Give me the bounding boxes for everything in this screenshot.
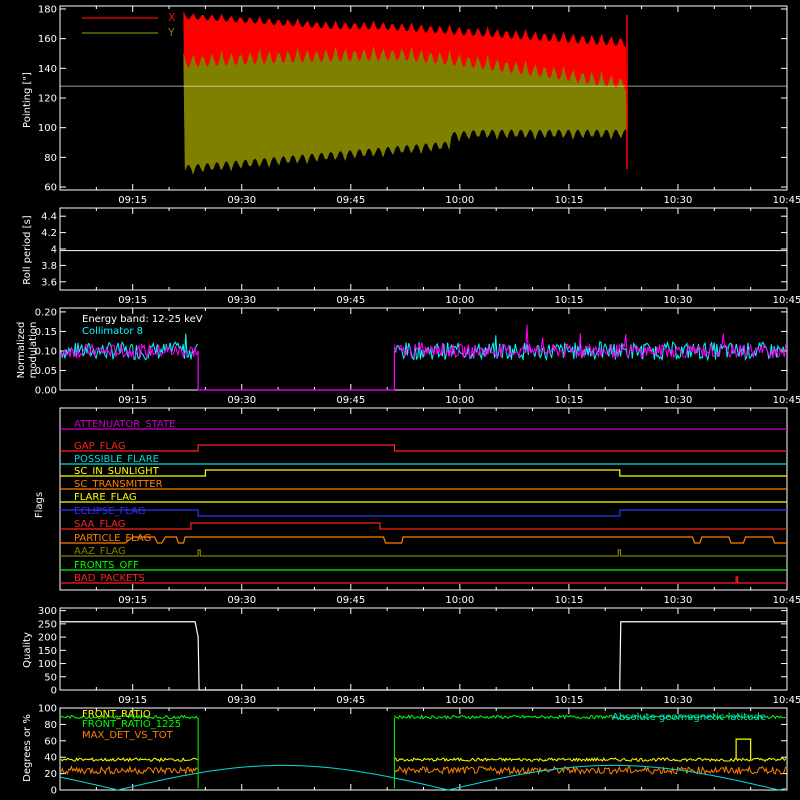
modulation-ylabel-line1: Normalized [16, 322, 27, 379]
xtick-label: 10:00 [445, 595, 474, 606]
quality-ylabel: Quality [22, 632, 33, 668]
flag-label: SAA_FLAG [74, 519, 125, 530]
legend-y-label: Y [167, 26, 175, 39]
xtick-label: 09:15 [118, 195, 147, 206]
flags-ylabel: Flags [34, 492, 45, 518]
ytick-label: 250 [38, 619, 57, 630]
xtick-label: 10:30 [664, 695, 693, 706]
xtick-label: 10:30 [664, 395, 693, 406]
ytick-label: 3.6 [41, 277, 57, 288]
flag-label: POSSIBLE_FLARE [74, 454, 159, 465]
xtick-label: 09:30 [227, 395, 256, 406]
degrees-ylabel: Degrees or % [22, 714, 33, 782]
xtick-label: 10:00 [445, 695, 474, 706]
xtick-label: 09:45 [336, 295, 365, 306]
ytick-label: 100 [38, 659, 57, 670]
flag-label: GAP_FLAG [74, 441, 126, 452]
ytick-label: 0 [51, 686, 57, 697]
xtick-label: 10:45 [773, 295, 800, 306]
ytick-label: 0.15 [35, 327, 57, 338]
ytick-label: 120 [38, 94, 57, 105]
ytick-label: 80 [44, 153, 57, 164]
flag-label: FRONTS_OFF [74, 560, 139, 571]
flag-label: ECLIPSE_FLAG [74, 506, 145, 517]
ytick-label: 200 [38, 633, 57, 644]
xtick-label: 09:30 [227, 195, 256, 206]
xtick-label: 10:15 [554, 295, 583, 306]
xtick-label: 10:15 [554, 195, 583, 206]
flag-label: BAD_PACKETS [74, 573, 145, 584]
ytick-label: 60 [44, 736, 57, 747]
ytick-label: 4 [51, 245, 57, 256]
xtick-label: 10:15 [554, 595, 583, 606]
xtick-label: 10:45 [773, 195, 800, 206]
flag-label: FLARE_FLAG [74, 492, 137, 503]
xtick-label: 09:30 [227, 595, 256, 606]
ytick-label: 60 [44, 183, 57, 194]
ytick-label: 0.00 [35, 386, 57, 397]
ytick-label: 140 [38, 64, 57, 75]
xtick-label: 09:45 [336, 595, 365, 606]
xtick-label: 10:30 [664, 295, 693, 306]
xtick-label: 09:15 [118, 395, 147, 406]
xtick-label: 10:45 [773, 695, 800, 706]
ytick-label: 80 [44, 720, 57, 731]
ytick-label: 0 [51, 786, 57, 797]
xtick-label: 09:45 [336, 695, 365, 706]
roll-ylabel: Roll period [s] [22, 215, 33, 284]
xtick-label: 09:30 [227, 695, 256, 706]
flag-label: SC_IN_SUNLIGHT [74, 466, 160, 477]
legend-max-det-vs-tot: MAX_DET_VS_TOT [82, 730, 174, 741]
xtick-label: 10:00 [445, 295, 474, 306]
ytick-label: 160 [38, 34, 57, 45]
legend-geomagnetic-latitude: Absolute geomagnetic latitude [612, 712, 766, 723]
legend-x-label: X [168, 11, 176, 24]
xtick-label: 10:30 [664, 595, 693, 606]
xtick-label: 10:15 [554, 395, 583, 406]
xtick-label: 10:45 [773, 595, 800, 606]
flag-label: AAZ_FLAG [74, 546, 126, 557]
legend-front-ratio-1225: FRONT_RATIO_1225 [82, 719, 181, 730]
ytick-label: 100 [38, 123, 57, 134]
ytick-label: 300 [38, 606, 57, 617]
xtick-label: 10:30 [664, 195, 693, 206]
xtick-label: 09:45 [336, 395, 365, 406]
ytick-label: 50 [44, 672, 57, 683]
xtick-label: 10:45 [773, 395, 800, 406]
rhessi-quicklook-figure: Pointing ["] 60 80 100 120 140 160 180 09:15 09… [0, 0, 800, 800]
flag-label: SC_TRANSMITTER [74, 479, 163, 490]
pointing-ylabel: Pointing ["] [22, 72, 33, 128]
xtick-label: 10:00 [445, 195, 474, 206]
ytick-label: 150 [38, 646, 57, 657]
flag-label: PARTICLE_FLAG [74, 533, 151, 544]
ytick-label: 4.4 [41, 212, 57, 223]
xtick-label: 09:45 [336, 195, 365, 206]
xtick-label: 09:15 [118, 695, 147, 706]
xtick-label: 09:30 [227, 295, 256, 306]
ytick-label: 3.8 [41, 261, 57, 272]
xtick-label: 10:00 [445, 395, 474, 406]
ytick-label: 4.2 [41, 228, 57, 239]
ytick-label: 100 [38, 704, 57, 715]
ytick-label: 40 [44, 753, 57, 764]
modulation-legend-collimator: Collimator 8 [82, 326, 143, 337]
flag-label: ATTENUATOR_STATE [74, 419, 175, 430]
ytick-label: 0.20 [35, 307, 57, 318]
ytick-label: 180 [38, 4, 57, 15]
xtick-label: 09:15 [118, 595, 147, 606]
ytick-label: 20 [44, 769, 57, 780]
ytick-label: 0.10 [35, 346, 57, 357]
modulation-annotation: Energy band: 12-25 keV [82, 314, 203, 325]
xtick-label: 09:15 [118, 295, 147, 306]
xtick-label: 10:15 [554, 695, 583, 706]
ytick-label: 0.05 [35, 366, 57, 377]
